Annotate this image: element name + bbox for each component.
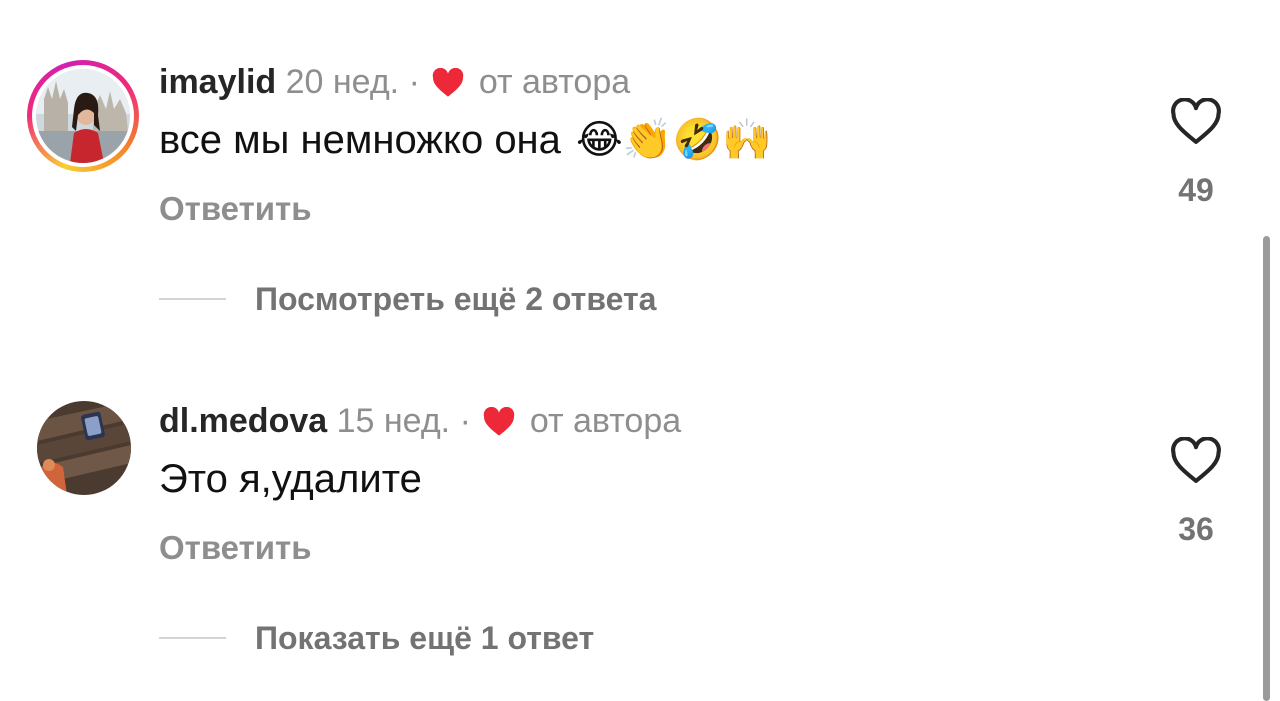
like-count: 49 bbox=[1178, 172, 1214, 208]
avatar-photo bbox=[36, 69, 130, 163]
heart-filled-icon bbox=[431, 65, 465, 109]
heart-outline-icon bbox=[1170, 436, 1222, 489]
show-more-replies-label: Показать ещё 1 ответ bbox=[255, 619, 595, 656]
comment-text: все мы немножко она 😂👏🤣🙌 bbox=[159, 114, 772, 166]
separator-dot: · bbox=[459, 402, 471, 440]
comments-list: imaylid 20 нед. · от автора все мы немно… bbox=[0, 0, 1280, 701]
like-button[interactable] bbox=[1166, 97, 1226, 151]
avatar[interactable] bbox=[27, 60, 139, 172]
comment-body: все мы немножко она bbox=[159, 118, 561, 162]
show-more-replies-button[interactable]: Показать ещё 1 ответ bbox=[159, 617, 594, 659]
username[interactable]: dl.medova bbox=[159, 402, 327, 440]
reply-button[interactable]: Ответить bbox=[159, 527, 312, 569]
view-more-replies-label: Посмотреть ещё 2 ответа bbox=[255, 280, 657, 317]
comment-text: Это я,удалите bbox=[159, 453, 422, 505]
username[interactable]: imaylid bbox=[159, 63, 276, 101]
reply-button[interactable]: Ответить bbox=[159, 188, 312, 230]
like-count: 36 bbox=[1178, 511, 1214, 547]
like-button[interactable] bbox=[1166, 436, 1226, 490]
comment-header: dl.medova 15 нед. · от автора bbox=[159, 399, 681, 448]
heart-outline-icon bbox=[1170, 97, 1222, 150]
replies-divider-line bbox=[159, 298, 226, 300]
separator-dot: · bbox=[408, 63, 420, 101]
comment-time: 20 нед. bbox=[285, 63, 400, 101]
avatar[interactable] bbox=[37, 401, 131, 495]
avatar-photo bbox=[37, 401, 131, 495]
author-liked-label: от автора bbox=[478, 63, 631, 101]
heart-filled-icon bbox=[482, 404, 516, 448]
replies-divider-line bbox=[159, 637, 226, 639]
view-more-replies-button[interactable]: Посмотреть ещё 2 ответа bbox=[159, 278, 656, 320]
comment-emojis: 😂👏🤣🙌 bbox=[576, 117, 773, 163]
author-liked-label: от автора bbox=[529, 402, 682, 440]
comment-header: imaylid 20 нед. · от автора bbox=[159, 60, 630, 109]
comment-body: Это я,удалите bbox=[159, 457, 422, 501]
scrollbar[interactable] bbox=[1263, 236, 1270, 701]
comment-time: 15 нед. bbox=[336, 402, 451, 440]
